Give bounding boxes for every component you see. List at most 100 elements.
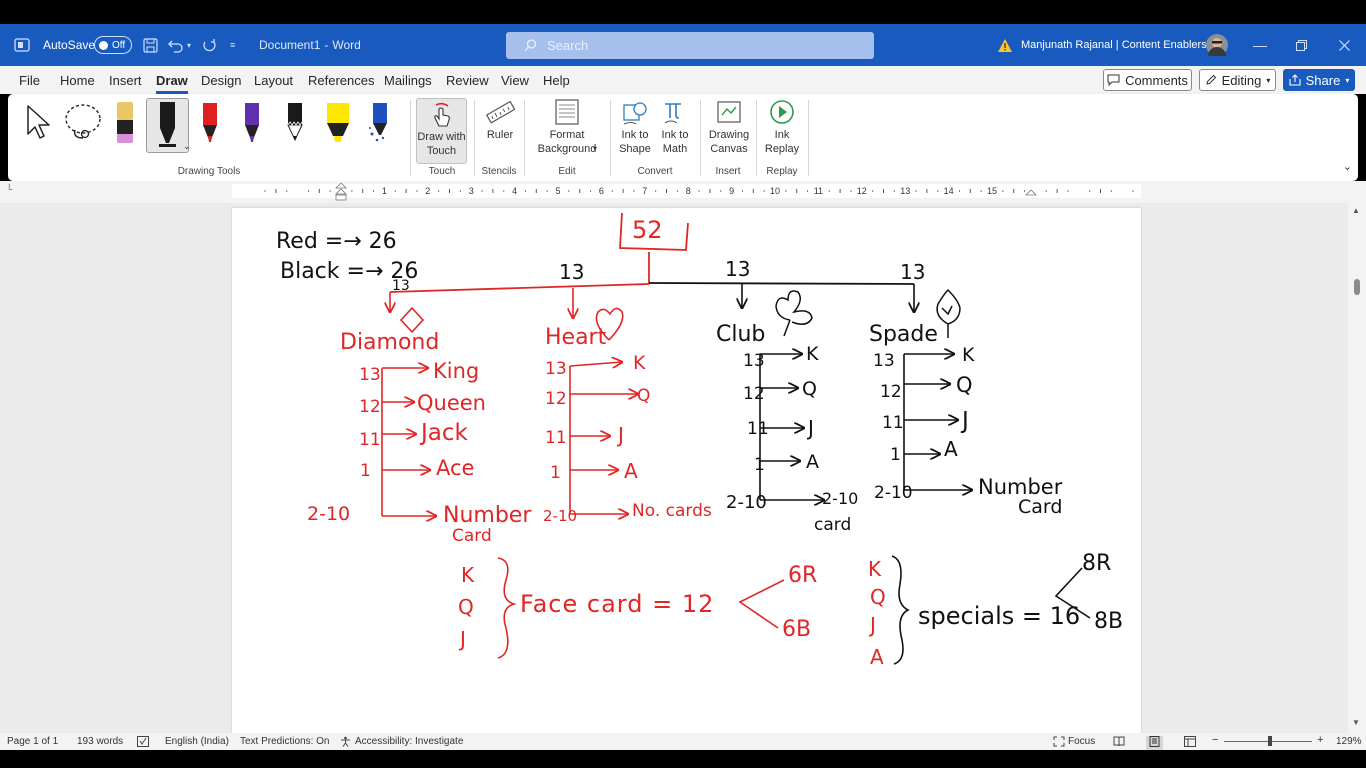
- zoom-level[interactable]: 129%: [1336, 736, 1362, 747]
- autosave-toggle[interactable]: Off: [94, 24, 132, 66]
- menu-help[interactable]: Help: [543, 73, 570, 88]
- draw-with-touch-button[interactable]: Draw with Touch: [416, 98, 467, 164]
- drawing-canvas-label: Drawing Canvas: [708, 129, 750, 155]
- black-pencil-icon[interactable]: [280, 100, 310, 146]
- menu-insert[interactable]: Insert: [109, 73, 142, 88]
- focus-mode[interactable]: Focus: [1068, 736, 1095, 747]
- ink-club-num: 11: [747, 419, 769, 439]
- zoom-slider-thumb[interactable]: [1268, 736, 1272, 746]
- word-count[interactable]: 193 words: [77, 736, 123, 747]
- share-icon: [1289, 74, 1301, 86]
- menu-design[interactable]: Design: [201, 73, 241, 88]
- page-count[interactable]: Page 1 of 1: [7, 736, 58, 747]
- scroll-up-icon[interactable]: ▲: [1352, 206, 1360, 215]
- menu-mailings[interactable]: Mailings: [384, 73, 432, 88]
- ink-diamond-value: King: [433, 359, 479, 383]
- ruler-number: 11: [814, 186, 823, 196]
- menu-layout[interactable]: Layout: [254, 73, 293, 88]
- ruler-number: 1: [382, 186, 387, 196]
- proofing-icon[interactable]: [137, 736, 149, 750]
- ink-diamond-value: Jack: [419, 420, 469, 446]
- scroll-down-icon[interactable]: ▼: [1352, 718, 1360, 727]
- language[interactable]: English (India): [165, 736, 229, 747]
- replay-group-label: Replay: [766, 166, 798, 177]
- ruler-button[interactable]: Ruler: [478, 98, 522, 142]
- menu-references[interactable]: References: [308, 73, 374, 88]
- close-icon[interactable]: [1339, 24, 1350, 66]
- user-avatar[interactable]: [1206, 24, 1228, 66]
- menu-draw[interactable]: Draw: [156, 73, 188, 94]
- touch-group-label: Touch: [428, 166, 456, 177]
- ink-clubs-count: 13: [725, 257, 750, 281]
- lasso-select-icon[interactable]: [63, 102, 105, 145]
- purple-pen-icon[interactable]: [237, 100, 267, 146]
- select-arrow-icon[interactable]: [24, 104, 52, 143]
- ink-club-value: Q: [802, 378, 817, 400]
- document-page[interactable]: Red =→ 26 Black =→ 26 52 13 13 13 13 Dia…: [232, 208, 1141, 733]
- ink-club-value: K: [806, 343, 819, 365]
- redo-icon[interactable]: [202, 24, 217, 66]
- menu-file[interactable]: File: [19, 73, 40, 88]
- selected-black-pen[interactable]: ⌄: [146, 98, 191, 153]
- convert-group-label: Convert: [637, 166, 673, 177]
- share-button[interactable]: Share ▾: [1283, 69, 1355, 91]
- drawing-canvas-button[interactable]: Drawing Canvas: [705, 98, 753, 156]
- autosave-label: AutoSave: [43, 38, 96, 52]
- menu-home[interactable]: Home: [60, 73, 95, 88]
- ink-diamond-tree: 13 12 11 1 2-10 King Queen Jack Ace Numb…: [307, 359, 532, 546]
- menu-view[interactable]: View: [501, 73, 529, 88]
- highlighter-pen-icon[interactable]: [110, 100, 140, 146]
- editing-mode-button[interactable]: Editing ▾: [1199, 69, 1276, 91]
- yellow-highlighter-icon[interactable]: [323, 100, 353, 146]
- print-layout-icon[interactable]: [1146, 736, 1163, 750]
- text-predictions[interactable]: Text Predictions: On: [240, 736, 329, 747]
- ink-to-math-button[interactable]: Ink to Math: [655, 98, 695, 156]
- ink-club-card: card: [814, 515, 851, 535]
- horizontal-ruler[interactable]: └ 1 2 3 4 5 6 7 8 9 10 11 12 13 14 15: [0, 181, 1366, 203]
- zoom-in-icon[interactable]: +: [1317, 734, 1323, 746]
- search-placeholder: Search: [547, 38, 589, 53]
- word-app-icon[interactable]: [14, 24, 30, 66]
- ink-club-value: A: [806, 451, 819, 473]
- search-box[interactable]: Search: [506, 32, 874, 59]
- minimize-icon[interactable]: —: [1253, 24, 1267, 66]
- web-layout-icon[interactable]: [1184, 736, 1196, 750]
- vertical-scrollbar[interactable]: ▲ ▼: [1348, 203, 1366, 733]
- ink-spade-value: Q: [956, 373, 973, 397]
- galaxy-pen-icon[interactable]: [364, 100, 394, 146]
- customize-toolbar-icon[interactable]: ≡: [230, 24, 235, 66]
- restore-icon[interactable]: [1296, 24, 1307, 66]
- menu-review[interactable]: Review: [446, 73, 489, 88]
- zoom-out-icon[interactable]: −: [1212, 734, 1218, 746]
- ink-to-shape-button[interactable]: Ink to Shape: [615, 98, 655, 156]
- ink-diamond-value: Number: [443, 503, 532, 528]
- focus-icon[interactable]: [1053, 736, 1065, 750]
- ink-club-value: J: [806, 416, 814, 440]
- ink-spade-symbol: [936, 288, 961, 338]
- group-separator: [700, 100, 701, 176]
- ink-diamonds-count: 13: [392, 278, 410, 294]
- drawing-tools-group-label: Drawing Tools: [177, 166, 241, 177]
- format-background-chevron-icon: ▾: [593, 144, 598, 153]
- scroll-thumb[interactable]: [1354, 279, 1360, 295]
- ink-diamond-num: 1: [360, 461, 371, 481]
- undo-dropdown-icon[interactable]: ▾: [187, 24, 191, 66]
- title-bar: AutoSave Off ▾ ≡ Document1 - Word Search…: [0, 24, 1366, 66]
- ink-heart-value: J: [616, 423, 624, 447]
- collapse-ribbon-icon[interactable]: ⌄: [1343, 160, 1352, 173]
- pencil-icon: [1205, 74, 1216, 85]
- read-mode-icon[interactable]: [1113, 736, 1125, 750]
- ink-to-shape-label: Ink to Shape: [619, 129, 651, 155]
- red-pen-icon[interactable]: [195, 100, 225, 146]
- accessibility-icon[interactable]: [340, 736, 351, 750]
- save-icon[interactable]: [143, 24, 158, 66]
- ink-special-8b: 8B: [1094, 609, 1123, 634]
- ink-replay-button[interactable]: Ink Replay: [760, 98, 804, 156]
- ink-spade-num: 11: [882, 413, 904, 433]
- doc-name: Document1: [259, 38, 321, 52]
- accessibility-status[interactable]: Accessibility: Investigate: [355, 736, 463, 747]
- user-name: Manjunath Rajanal | Content Enablers: [1021, 39, 1207, 51]
- undo-icon[interactable]: [168, 24, 183, 66]
- comments-button[interactable]: Comments: [1103, 69, 1192, 91]
- warning-icon[interactable]: [997, 24, 1013, 66]
